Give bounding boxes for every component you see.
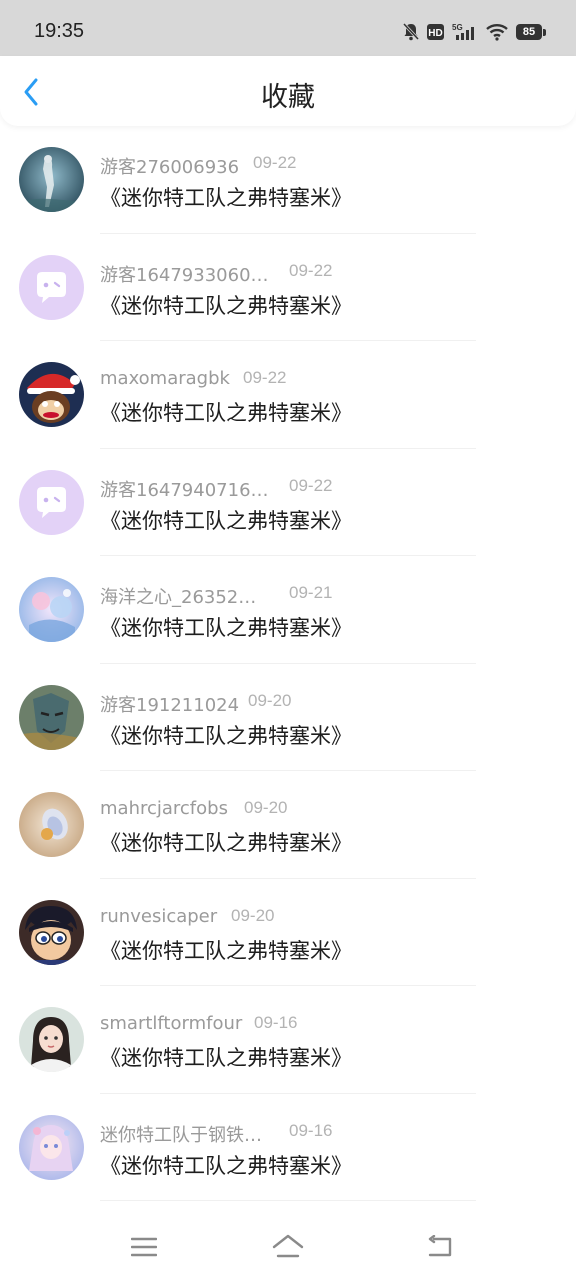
username: maxomaragbk: [100, 368, 230, 389]
item-meta: smartlftormfour 09-16: [100, 1013, 297, 1034]
item-title: 《迷你特工队之弗特塞米》: [100, 831, 352, 855]
avatar[interactable]: [19, 1114, 84, 1180]
list-item[interactable]: 游客1647940716… 09-22 《迷你特工队之弗特塞米》: [0, 449, 576, 556]
username: 游客191211024: [100, 694, 240, 716]
avatar[interactable]: [19, 577, 84, 642]
item-title: 《迷你特工队之弗特塞米》: [100, 1153, 352, 1178]
item-meta: 游客1647940716… 09-22: [100, 476, 332, 502]
list-item[interactable]: smartlftormfour 09-16 《迷你特工队之弗特塞米》: [0, 986, 576, 1094]
hd-icon: HD: [427, 24, 444, 40]
item-meta: mahrcjarcfobs 09-20: [100, 798, 287, 819]
item-meta: 游客276006936 09-22: [100, 153, 296, 179]
item-date: 09-22: [243, 368, 287, 387]
username: 游客1647940716…: [100, 479, 269, 501]
item-title: 《迷你特工队之弗特塞米》: [100, 723, 352, 748]
favorites-list: 游客276006936 09-22 《迷你特工队之弗特塞米》 游客1647933…: [0, 126, 576, 1201]
item-date: 09-22: [289, 475, 333, 495]
list-item[interactable]: 海洋之心_26352… 09-21 《迷你特工队之弗特塞米》: [0, 556, 576, 664]
avatar[interactable]: [19, 1007, 84, 1072]
item-title: 《迷你特工队之弗特塞米》: [100, 616, 352, 640]
item-title: 《迷你特工队之弗特塞米》: [100, 508, 352, 533]
item-meta: 迷你特工队于钢铁… 09-16: [100, 1121, 332, 1147]
item-date: 09-16: [289, 1120, 333, 1140]
svg-text:5G: 5G: [452, 23, 463, 32]
avatar[interactable]: [19, 362, 84, 427]
avatar[interactable]: [19, 147, 84, 212]
mute-bell-icon: [403, 23, 419, 41]
item-title: 《迷你特工队之弗特塞米》: [100, 401, 352, 425]
username: 海洋之心_26352…: [100, 587, 257, 608]
item-date: 09-16: [254, 1013, 298, 1032]
item-date: 09-21: [289, 583, 333, 602]
username: mahrcjarcfobs: [100, 798, 228, 819]
default-avatar-icon: [19, 469, 84, 535]
battery-icon: 85: [516, 24, 546, 40]
list-item[interactable]: 游客276006936 09-22 《迷你特工队之弗特塞米》: [0, 126, 576, 234]
item-title: 《迷你特工队之弗特塞米》: [100, 293, 352, 318]
item-meta: 游客191211024 09-20: [100, 691, 291, 717]
item-date: 09-20: [244, 798, 288, 817]
username: 迷你特工队于钢铁…: [100, 1124, 262, 1146]
item-date: 09-22: [289, 260, 333, 280]
item-meta: 游客1647933060… 09-22: [100, 261, 332, 287]
username: 游客1647933060…: [100, 264, 269, 286]
list-item[interactable]: runvesicaper 09-20 《迷你特工队之弗特塞米》: [0, 879, 576, 986]
avatar[interactable]: [19, 469, 84, 535]
app-header: 收藏: [0, 56, 576, 126]
item-date: 09-22: [253, 153, 297, 172]
item-title: 《迷你特工队之弗特塞米》: [100, 938, 352, 963]
item-date: 09-20: [231, 905, 275, 925]
list-item[interactable]: maxomaragbk 09-22 《迷你特工队之弗特塞米》: [0, 341, 576, 449]
username: runvesicaper: [100, 905, 218, 927]
wifi-icon: [486, 23, 508, 41]
svg-text:HD: HD: [428, 28, 442, 39]
avatar[interactable]: [19, 254, 84, 320]
item-title: 《迷你特工队之弗特塞米》: [100, 186, 352, 210]
item-date: 09-20: [248, 690, 292, 710]
status-icons: HD 5G 85: [403, 18, 546, 46]
avatar[interactable]: [19, 684, 84, 750]
page-title: 收藏: [261, 82, 315, 113]
home-icon: [272, 1234, 304, 1258]
back-nav-button[interactable]: [420, 1230, 460, 1264]
home-button[interactable]: [268, 1230, 308, 1264]
menu-button[interactable]: [124, 1230, 164, 1264]
list-item[interactable]: 游客1647933060… 09-22 《迷你特工队之弗特塞米》: [0, 234, 576, 341]
item-title: 《迷你特工队之弗特塞米》: [100, 1046, 352, 1070]
battery-level: 85: [516, 24, 542, 40]
status-time: 19:35: [34, 20, 85, 42]
item-meta: runvesicaper 09-20: [100, 905, 274, 927]
list-item[interactable]: 迷你特工队于钢铁… 09-16 《迷你特工队之弗特塞米》: [0, 1094, 576, 1201]
item-meta: maxomaragbk 09-22: [100, 368, 286, 389]
menu-icon: [131, 1237, 157, 1257]
list-item[interactable]: 游客191211024 09-20 《迷你特工队之弗特塞米》: [0, 664, 576, 771]
system-nav-bar: [0, 1210, 576, 1280]
item-meta: 海洋之心_26352… 09-21: [100, 583, 332, 609]
default-avatar-icon: [19, 254, 84, 320]
avatar[interactable]: [19, 792, 84, 857]
5g-signal-icon: 5G: [452, 22, 478, 42]
status-bar: 19:35 HD 5G 85: [0, 0, 576, 56]
back-icon: [428, 1235, 452, 1257]
avatar[interactable]: [19, 899, 84, 965]
username: smartlftormfour: [100, 1013, 243, 1034]
list-item[interactable]: mahrcjarcfobs 09-20 《迷你特工队之弗特塞米》: [0, 771, 576, 879]
username: 游客276006936: [100, 157, 240, 178]
divider: [100, 1200, 476, 1201]
